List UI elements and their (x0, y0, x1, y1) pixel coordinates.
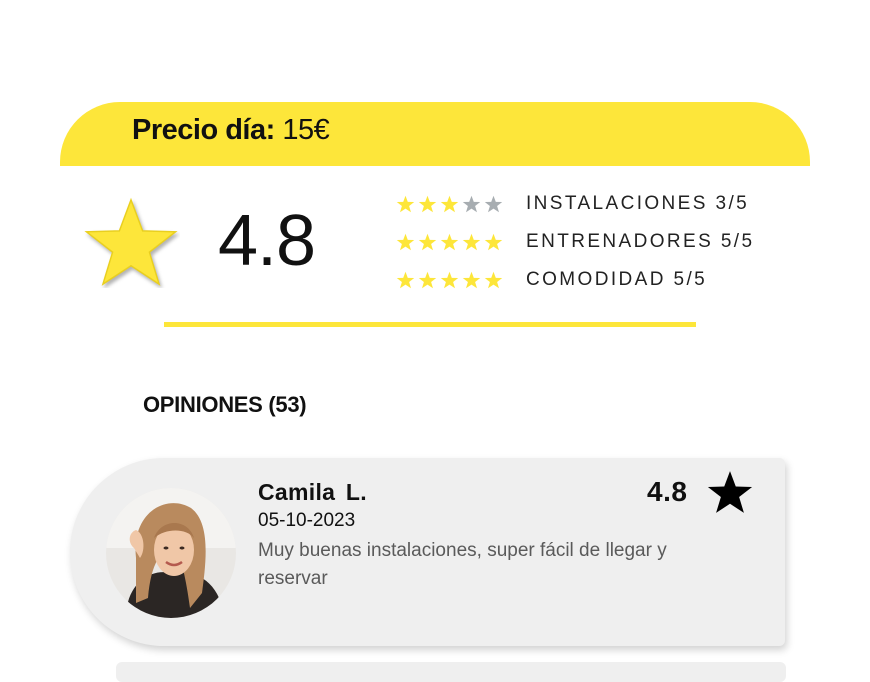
rating-label: ENTRENADORES 5/5 (526, 231, 755, 252)
opinions-title: OPINIONES (53) (143, 392, 307, 417)
rating-label: COMODIDAD 5/5 (526, 269, 708, 290)
rating-stars (396, 233, 508, 251)
star-filled-icon (440, 195, 459, 213)
star-filled-icon (484, 233, 503, 251)
divider (164, 322, 696, 327)
rating-row-entrenadores: ENTRENADORES 5/5 (396, 230, 754, 254)
star-filled-icon (396, 195, 415, 213)
star-filled-icon (440, 271, 459, 289)
star-filled-icon (396, 271, 415, 289)
rating-stars (396, 195, 508, 213)
review-score: 4.8 (647, 476, 688, 507)
rating-label: INSTALACIONES 3/5 (526, 193, 750, 214)
review-card-next[interactable] (116, 662, 786, 682)
price-text: Precio día: 15€ (132, 114, 330, 147)
reviewer-name: Camila L. (258, 479, 367, 505)
star-filled-icon (418, 195, 437, 213)
star-filled-icon (418, 271, 437, 289)
review-star-icon (707, 471, 753, 513)
price-label: Precio día: (132, 114, 275, 146)
overall-star-icon (84, 197, 178, 286)
overall-score: 4.8 (218, 201, 316, 281)
star-filled-icon (462, 271, 481, 289)
star-filled-icon (396, 233, 415, 251)
star-empty-icon (462, 195, 481, 213)
review-text: Muy buenas instalaciones, super fácil de… (258, 540, 667, 589)
star-filled-icon (462, 233, 481, 251)
rating-stars (396, 271, 508, 289)
star-filled-icon (484, 271, 503, 289)
price-value: 15€ (282, 114, 330, 146)
star-filled-icon (440, 233, 459, 251)
avatar (106, 488, 236, 618)
star-filled-icon (418, 233, 437, 251)
star-empty-icon (484, 195, 503, 213)
review-date: 05-10-2023 (258, 510, 356, 531)
rating-row-comodidad: COMODIDAD 5/5 (396, 268, 707, 292)
rating-row-instalaciones: INSTALACIONES 3/5 (396, 192, 749, 216)
